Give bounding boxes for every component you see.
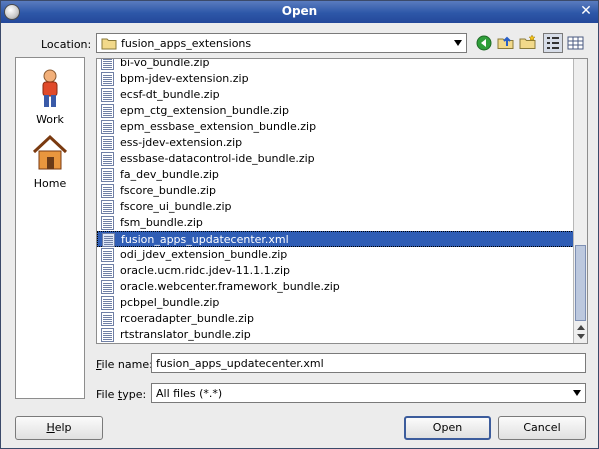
person-icon [42, 69, 58, 107]
file-row[interactable]: fusion_apps_updatecenter.xml [97, 231, 574, 247]
dialog-title: Open [281, 4, 318, 18]
location-value: fusion_apps_extensions [121, 37, 252, 50]
file-row[interactable]: fa_dev_bundle.zip [97, 167, 574, 183]
document-icon [101, 59, 114, 70]
document-icon [101, 280, 114, 294]
scroll-down-icon[interactable] [577, 334, 585, 339]
file-name: ess-jdev-extension.zip [120, 136, 243, 149]
file-list[interactable]: rtstranslator_bundle.zip rcoeradapter_bun… [96, 58, 588, 344]
file-type-label: File type: [96, 388, 147, 401]
file-name: odi_jdev_extension_bundle.zip [120, 248, 288, 261]
new-folder-icon[interactable] [518, 33, 538, 53]
document-icon [101, 152, 114, 166]
document-icon [101, 328, 114, 342]
sidebar-item-home[interactable]: Home [16, 132, 84, 190]
file-name: ecsf-dt_bundle.zip [120, 88, 220, 101]
file-name: fusion_apps_updatecenter.xml [121, 233, 289, 246]
file-name: epm_ctg_extension_bundle.zip [120, 104, 289, 117]
places-sidebar: Work Home [15, 57, 85, 399]
document-icon [102, 233, 115, 247]
document-icon [101, 136, 114, 150]
file-row[interactable]: rtstranslator_bundle.zip [97, 327, 574, 343]
file-name: bi-vo_bundle.zip [120, 58, 210, 69]
file-name: fscore_ui_bundle.zip [120, 200, 232, 213]
file-row[interactable]: epm_essbase_extension_bundle.zip [97, 119, 574, 135]
scrollbar-thumb[interactable] [575, 245, 586, 321]
sidebar-item-label: Home [33, 177, 67, 190]
file-name-value: fusion_apps_updatecenter.xml [156, 357, 324, 370]
folder-icon [101, 38, 117, 50]
document-icon [101, 200, 114, 214]
document-icon [101, 72, 114, 86]
file-row[interactable]: essbase-datacontrol-ide_bundle.zip [97, 151, 574, 167]
location-combo[interactable]: fusion_apps_extensions [96, 33, 467, 53]
file-row[interactable]: ecsf-dt_bundle.zip [97, 87, 574, 103]
file-name: oracle.ucm.ridc.jdev-11.1.1.zip [120, 264, 290, 277]
file-row[interactable]: fscore_bundle.zip [97, 183, 574, 199]
file-name: fa_dev_bundle.zip [120, 168, 219, 181]
file-name: rtstranslator_bundle.zip [120, 328, 251, 341]
file-name: bpm-jdev-extension.zip [120, 72, 249, 85]
file-row[interactable]: bi-vo_bundle.zip [97, 58, 574, 71]
file-row[interactable]: bpm-jdev-extension.zip [97, 71, 574, 87]
file-row[interactable]: pcbpel_bundle.zip [97, 295, 574, 311]
open-button[interactable]: Open [404, 416, 491, 440]
file-name-input[interactable]: fusion_apps_updatecenter.xml [151, 353, 586, 373]
file-row[interactable]: fscore_ui_bundle.zip [97, 199, 574, 215]
file-name: fsm_bundle.zip [120, 216, 203, 229]
file-name: essbase-datacontrol-ide_bundle.zip [120, 152, 315, 165]
document-icon [101, 120, 114, 134]
document-icon [101, 296, 114, 310]
list-view-icon[interactable] [543, 33, 563, 53]
house-icon [32, 134, 68, 170]
title-bar[interactable]: Open ✕ [1, 1, 598, 23]
file-name-label: File name: [96, 358, 153, 371]
file-row[interactable]: ess-jdev-extension.zip [97, 135, 574, 151]
document-icon [101, 184, 114, 198]
document-icon [101, 88, 114, 102]
file-row[interactable]: oracle.ucm.ridc.jdev-11.1.1.zip [97, 263, 574, 279]
chevron-down-icon[interactable] [454, 40, 462, 46]
file-name: rcoeradapter_bundle.zip [120, 312, 254, 325]
file-row[interactable]: rcoeradapter_bundle.zip [97, 311, 574, 327]
vertical-scrollbar[interactable] [573, 59, 587, 343]
open-dialog: Open ✕ Location: fusion_apps_extensions [0, 0, 599, 449]
document-icon [101, 264, 114, 278]
file-row[interactable]: odi_jdev_extension_bundle.zip [97, 247, 574, 263]
sidebar-item-work[interactable]: Work [16, 68, 84, 126]
file-name: pcbpel_bundle.zip [120, 296, 220, 309]
file-type-select[interactable]: All files (*.*) [151, 383, 586, 403]
document-icon [101, 168, 114, 182]
scroll-up-icon[interactable] [577, 325, 585, 330]
document-icon [101, 248, 114, 262]
file-row[interactable]: fsm_bundle.zip [97, 215, 574, 231]
close-icon[interactable]: ✕ [578, 3, 594, 19]
details-view-icon[interactable] [566, 33, 586, 53]
file-name: oracle.webcenter.framework_bundle.zip [120, 280, 340, 293]
back-icon[interactable] [474, 33, 494, 53]
cancel-button[interactable]: Cancel [498, 416, 586, 440]
up-folder-icon[interactable] [496, 33, 516, 53]
file-name: fscore_bundle.zip [120, 184, 216, 197]
help-button[interactable]: Help [15, 416, 103, 440]
sidebar-item-label: Work [36, 113, 64, 126]
file-name: epm_essbase_extension_bundle.zip [120, 120, 317, 133]
document-icon [101, 104, 114, 118]
file-type-value: All files (*.*) [156, 387, 223, 400]
chevron-down-icon[interactable] [573, 390, 581, 396]
file-row[interactable]: epm_ctg_extension_bundle.zip [97, 103, 574, 119]
file-row[interactable]: oracle.webcenter.framework_bundle.zip [97, 279, 574, 295]
document-icon [101, 216, 114, 230]
document-icon [101, 312, 114, 326]
location-label: Location: [41, 38, 92, 51]
